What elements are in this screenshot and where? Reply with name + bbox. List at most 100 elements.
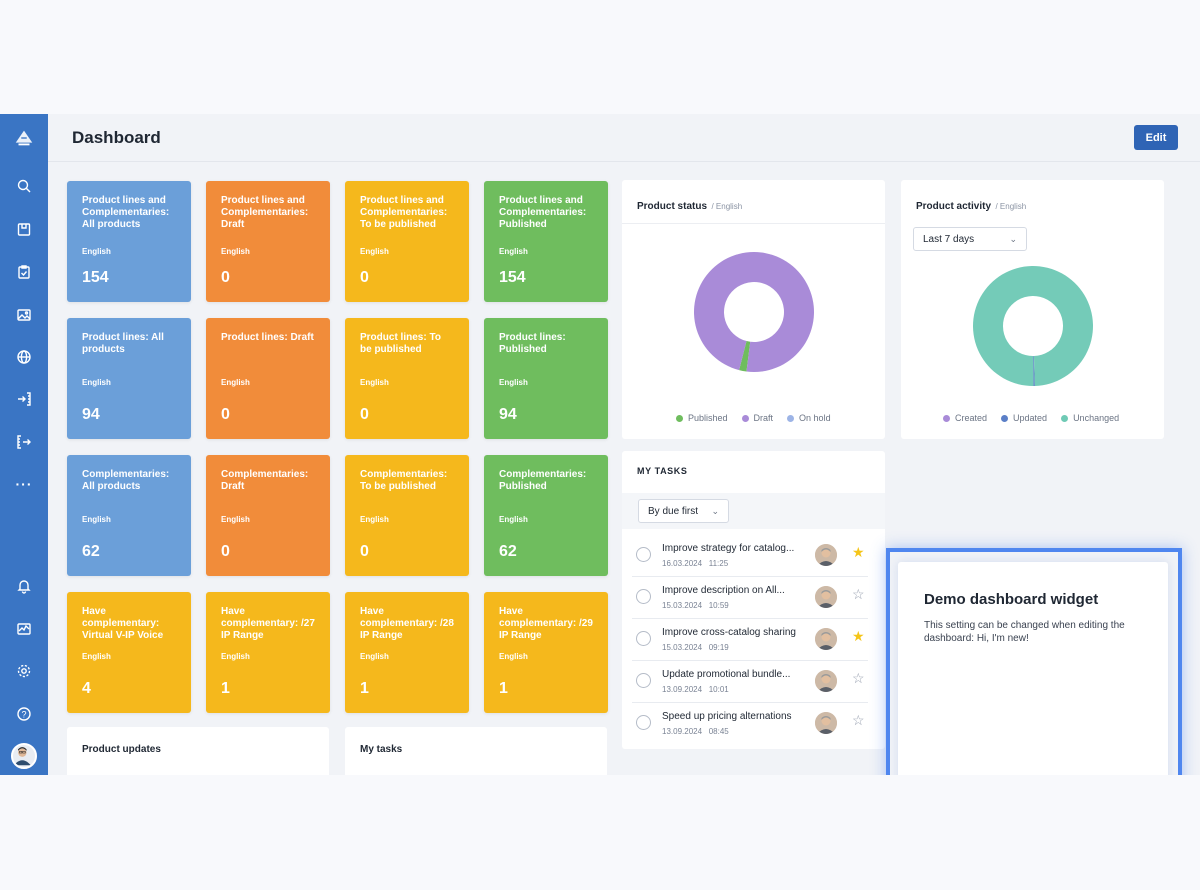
task-due: 13.09.2024 10:01 [662, 685, 729, 694]
task-time: 10:01 [708, 685, 729, 694]
legend-dot [943, 415, 950, 422]
legend-item[interactable]: Published [676, 413, 728, 423]
assignee-avatar[interactable] [815, 712, 837, 734]
task-complete-radio[interactable] [636, 589, 651, 604]
legend-item[interactable]: Unchanged [1061, 413, 1119, 423]
tile-language: English [499, 378, 528, 387]
edit-button[interactable]: Edit [1134, 125, 1178, 150]
tile-value: 0 [221, 406, 230, 423]
stat-tile[interactable]: Product lines: All products English 94 [67, 318, 191, 439]
assignee-avatar[interactable] [815, 544, 837, 566]
tile-title: Have complementary: /27 IP Range [221, 606, 315, 641]
assignee-avatar[interactable] [815, 586, 837, 608]
import-icon[interactable] [12, 387, 36, 411]
task-row[interactable]: Update promotional bundle... 13.09.2024 1… [632, 661, 868, 703]
tile-language: English [82, 515, 111, 524]
tile-value: 62 [499, 543, 517, 560]
stat-tile[interactable]: Have complementary: /28 IP Range English 1 [345, 592, 469, 713]
task-complete-radio[interactable] [636, 631, 651, 646]
star-outline-icon[interactable]: ☆ [852, 587, 865, 601]
tile-value: 0 [360, 269, 369, 286]
more-icon[interactable]: ··· [12, 472, 36, 496]
task-due: 15.03.2024 10:59 [662, 601, 729, 610]
product-status-donut [693, 252, 814, 372]
stat-tile[interactable]: Product lines and Complementaries: Draft… [206, 181, 330, 302]
task-row[interactable]: Improve strategy for catalog... 16.03.202… [632, 535, 868, 577]
export-icon[interactable] [12, 430, 36, 454]
legend-item[interactable]: Draft [741, 413, 773, 423]
stat-tile[interactable]: Complementaries: To be published English 0 [345, 455, 469, 576]
tile-title: Complementaries: All products [82, 469, 170, 492]
range-select[interactable]: Last 7 days ⌄ [913, 227, 1027, 251]
activity-icon[interactable] [12, 617, 36, 641]
tile-value: 94 [499, 406, 517, 423]
task-row[interactable]: Speed up pricing alternations 13.09.2024 … [632, 703, 868, 745]
task-row[interactable]: Improve description on All... 15.03.2024 … [632, 577, 868, 619]
star-filled-icon[interactable]: ★ [852, 629, 865, 643]
tile-value: 0 [221, 543, 230, 560]
stat-tile[interactable]: Product lines and Complementaries: All p… [67, 181, 191, 302]
task-complete-radio[interactable] [636, 715, 651, 730]
task-name: Speed up pricing alternations [662, 711, 792, 722]
stat-tile[interactable]: Complementaries: Published English 62 [484, 455, 608, 576]
image-icon[interactable] [12, 303, 36, 327]
task-complete-radio[interactable] [636, 673, 651, 688]
tile-language: English [360, 378, 389, 387]
star-outline-icon[interactable]: ☆ [852, 713, 865, 727]
tile-language: English [221, 652, 250, 661]
tile-value: 1 [221, 680, 230, 697]
gear-icon[interactable] [12, 659, 36, 683]
product-status-header: Product status / English [637, 196, 742, 214]
tile-title: Product lines and Complementaries: All p… [82, 195, 170, 230]
help-icon[interactable]: ? [12, 702, 36, 726]
tile-language: English [221, 247, 250, 256]
task-complete-radio[interactable] [636, 547, 651, 562]
star-filled-icon[interactable]: ★ [852, 545, 865, 559]
product-activity-legend: Created Updated Unchanged [943, 413, 1119, 423]
stat-tile[interactable]: Complementaries: All products English 62 [67, 455, 191, 576]
task-name: Update promotional bundle... [662, 669, 791, 680]
star-outline-icon[interactable]: ☆ [852, 671, 865, 685]
legend-item[interactable]: Created [943, 413, 987, 423]
tile-title: Have complementary: /28 IP Range [360, 606, 454, 641]
product-box-icon[interactable] [12, 217, 36, 241]
tile-language: English [82, 652, 111, 661]
legend-item[interactable]: Updated [1001, 413, 1047, 423]
sort-select[interactable]: By due first ⌄ [638, 499, 729, 523]
product-activity-sub: / English [995, 202, 1027, 211]
legend-item[interactable]: On hold [787, 413, 831, 423]
globe-icon[interactable] [12, 345, 36, 369]
task-name: Improve description on All... [662, 585, 785, 596]
user-avatar[interactable] [11, 743, 37, 769]
stat-tile[interactable]: Have complementary: /29 IP Range English 1 [484, 592, 608, 713]
tile-value: 154 [499, 269, 526, 286]
stat-tile[interactable]: Product lines: Published English 94 [484, 318, 608, 439]
task-row[interactable]: Improve cross-catalog sharing 15.03.2024 … [632, 619, 868, 661]
stat-tile[interactable]: Have complementary: /27 IP Range English 1 [206, 592, 330, 713]
tile-value: 0 [360, 543, 369, 560]
bell-icon[interactable] [12, 574, 36, 598]
stat-tile[interactable]: Product lines and Complementaries: Publi… [484, 181, 608, 302]
app-window: ··· ? Dashboard Edit Product lines and C… [0, 114, 1200, 775]
product-activity-header: Product activity / English [916, 196, 1026, 214]
tile-value: 0 [360, 406, 369, 423]
assignee-avatar[interactable] [815, 628, 837, 650]
stat-tile[interactable]: Have complementary: Virtual V-IP Voice En… [67, 592, 191, 713]
clipboard-icon[interactable] [12, 260, 36, 284]
stat-tile[interactable]: Product lines: Draft English 0 [206, 318, 330, 439]
search-icon[interactable] [12, 174, 36, 198]
tile-value: 1 [499, 680, 508, 697]
range-select-value: Last 7 days [923, 233, 975, 245]
logo-icon[interactable] [12, 126, 36, 150]
tile-language: English [221, 515, 250, 524]
legend-dot [676, 415, 683, 422]
stat-tile[interactable]: Product lines and Complementaries: To be… [345, 181, 469, 302]
legend-label: On hold [799, 413, 831, 423]
assignee-avatar[interactable] [815, 670, 837, 692]
stat-tile[interactable]: Complementaries: Draft English 0 [206, 455, 330, 576]
tile-title: Complementaries: Published [499, 469, 587, 492]
product-updates-title: Product updates [82, 744, 161, 755]
tile-value: 0 [221, 269, 230, 286]
stat-tile[interactable]: Product lines: To be published English 0 [345, 318, 469, 439]
task-due: 13.09.2024 08:45 [662, 727, 729, 736]
